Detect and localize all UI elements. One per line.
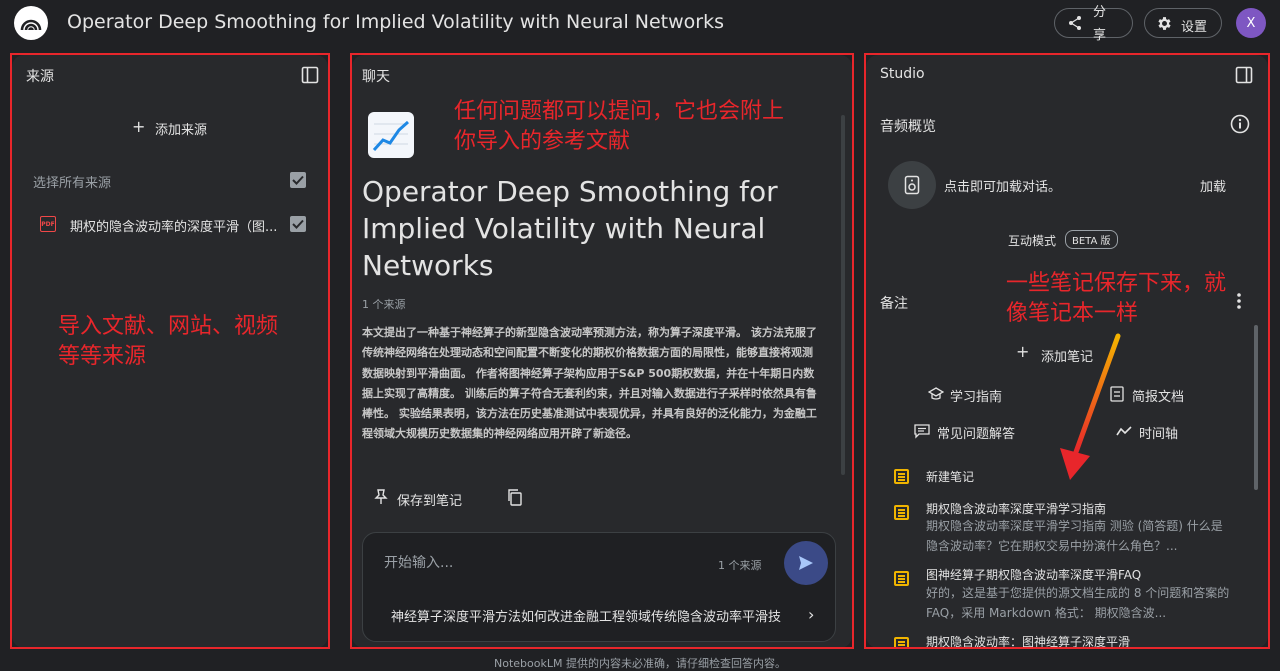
note-icon [894, 637, 909, 648]
chart-emoji-icon [368, 112, 414, 158]
source-checkbox[interactable] [290, 216, 306, 232]
document-title: Operator Deep Smoothing for Implied Vola… [362, 175, 778, 282]
share-icon [1069, 16, 1081, 30]
chat-input[interactable] [384, 555, 684, 571]
sources-header: 来源 [26, 69, 54, 85]
collapse-panel-icon[interactable] [1235, 66, 1253, 84]
info-icon[interactable] [1230, 114, 1250, 134]
note-title: 新建笔记 [926, 470, 975, 484]
audio-description: 点击即可加载对话。 [944, 180, 1062, 195]
note-icon [894, 571, 909, 586]
chat-panel: 聊天 任何问题都可以提问，它也会附上你导入的参考文献 Operator Deep… [352, 55, 852, 648]
top-bar: Operator Deep Smoothing for Implied Vola… [0, 0, 1280, 48]
plus-icon: + [1016, 342, 1030, 361]
faq-icon [914, 424, 930, 439]
save-to-note-button[interactable]: 保存到笔记 [362, 483, 482, 511]
interactive-mode-label[interactable]: 互动模式 [1008, 232, 1056, 249]
chat-annotation: 任何问题都可以提问，它也会附上你导入的参考文献 [454, 99, 785, 154]
studio-header: Studio [880, 66, 925, 82]
save-to-note-label: 保存到笔记 [397, 494, 463, 509]
add-source-label: 添加来源 [155, 123, 208, 138]
pin-icon [374, 489, 388, 504]
sources-panel: 来源 + 添加来源 选择所有来源 PDF 期权的隐含波动率的深度平滑（图... … [12, 55, 328, 648]
note-icon [894, 505, 909, 520]
studio-scrollbar[interactable] [1254, 325, 1258, 490]
chevron-right-icon[interactable]: › [808, 605, 814, 624]
select-all-label: 选择所有来源 [33, 176, 112, 191]
copy-icon[interactable] [506, 488, 524, 506]
load-button[interactable]: 加载 [1200, 176, 1226, 195]
share-button[interactable]: 分享 [1054, 5, 1133, 43]
note-preview: 期权隐含波动率深度平滑学习指南 测验 (简答题) 什么是隐含波动率？它在期权交易… [926, 519, 1223, 553]
select-all-checkbox[interactable] [290, 172, 306, 188]
share-label: 分享 [1093, 5, 1107, 43]
annotation-arrow [1060, 333, 1121, 480]
audio-speaker-icon [888, 161, 936, 209]
send-button[interactable] [784, 541, 828, 585]
graduation-cap-icon [928, 387, 944, 400]
collapse-panel-icon[interactable] [301, 66, 319, 84]
user-avatar[interactable]: X [1236, 8, 1266, 38]
source-item-label: 期权的隐含波动率的深度平滑（图... [70, 220, 278, 235]
document-summary: 本文提出了一种基于神经算子的新型隐含波动率预测方法，称为算子深度平滑。 该方法克… [362, 326, 817, 441]
notebook-title[interactable]: Operator Deep Smoothing for Implied Vola… [67, 11, 724, 33]
settings-button[interactable]: 设置 [1144, 8, 1222, 38]
audio-overview-title: 音频概览 [880, 119, 936, 135]
quick-action-label: 学习指南 [950, 390, 1003, 405]
chat-composer: 1 个来源 神经算子深度平滑方法如何改进金融工程领域传统隐含波动率平滑技术 › [362, 532, 836, 642]
note-title: 期权隐含波动率深度平滑学习指南 [926, 502, 1107, 516]
note-icon [894, 469, 909, 484]
notes-annotation: 一些笔记保存下来，就像笔记本一样 [1006, 271, 1227, 326]
note-title: 期权隐含波动率：图神经算子深度平滑 [926, 635, 1131, 648]
suggested-question[interactable]: 神经算子深度平滑方法如何改进金融工程领域传统隐含波动率平滑技术 [391, 606, 781, 625]
footer-disclaimer: NotebookLM 提供的内容未必准确，请仔细检查回答内容。 [494, 657, 786, 670]
quick-action-label: 常见问题解答 [937, 427, 1016, 442]
chat-source-count: 1 个来源 [718, 559, 762, 572]
send-icon [799, 556, 813, 570]
source-count: 1 个来源 [362, 298, 406, 311]
pdf-icon: PDF [40, 216, 56, 232]
sources-annotation: 导入文献、网站、视频等等来源 [58, 314, 279, 369]
gear-icon [1158, 17, 1171, 30]
notebooklm-logo-icon[interactable] [14, 6, 48, 40]
chat-scrollbar[interactable] [841, 115, 845, 475]
settings-label: 设置 [1181, 20, 1208, 35]
beta-badge: BETA 版 [1065, 230, 1118, 249]
quick-action-label: 时间轴 [1139, 427, 1179, 442]
note-title: 图神经算子期权隐含波动率深度平滑FAQ [926, 568, 1142, 582]
notes-title: 备注 [880, 296, 908, 312]
note-preview: 好的，这是基于您提供的源文档生成的 8 个问题和答案的 FAQ，采用 Markd… [926, 586, 1230, 620]
quick-action-label: 简报文档 [1132, 390, 1185, 405]
chat-header: 聊天 [362, 69, 390, 85]
plus-icon: + [132, 117, 146, 136]
